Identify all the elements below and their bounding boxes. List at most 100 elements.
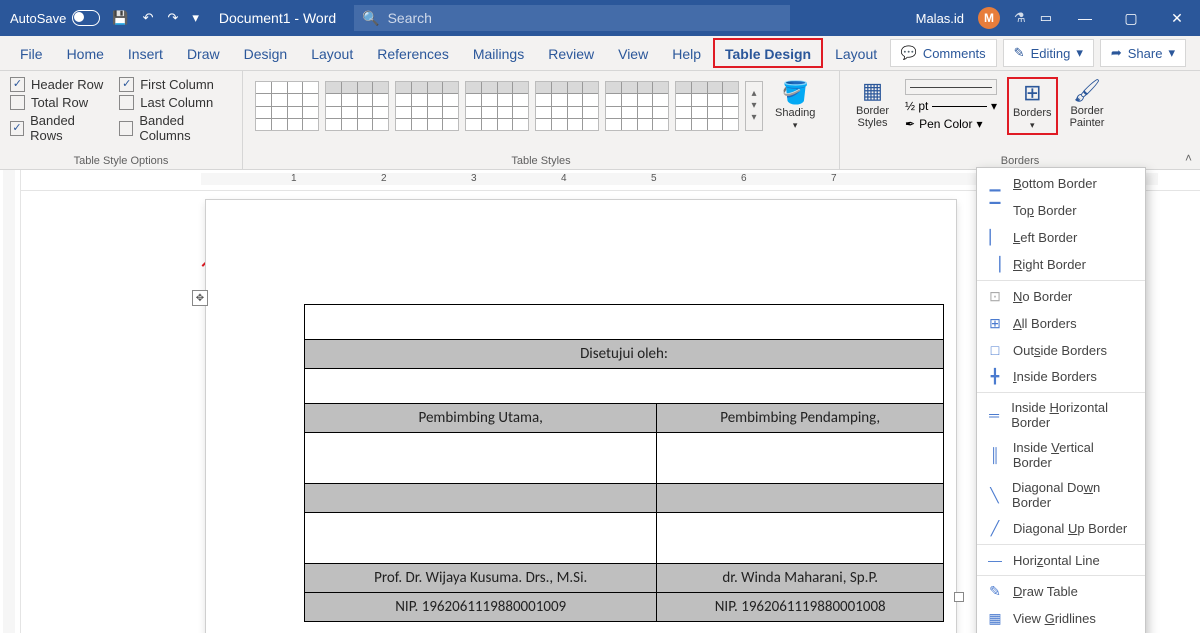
tab-help[interactable]: Help: [660, 38, 713, 68]
chk-banded-columns[interactable]: Banded Columns: [119, 113, 232, 143]
col1-header[interactable]: Pembimbing Utama,: [305, 404, 657, 433]
page[interactable]: ✥ Disetujui oleh: Pembimbing Utama, Pemb…: [206, 200, 956, 633]
pen-icon: ✒: [905, 117, 915, 131]
ribbon: ✓Header Row Total Row ✓Banded Rows ✓Firs…: [0, 71, 1200, 170]
borders-icon: ⊞: [1023, 81, 1041, 105]
menu-outside-borders[interactable]: □Outside Borders: [977, 337, 1145, 363]
editing-button[interactable]: ✎Editing▾: [1003, 39, 1094, 67]
menu-right-border[interactable]: ▕Right Border: [977, 251, 1145, 278]
nip1-cell[interactable]: NIP. 1962061119880001009: [305, 593, 657, 622]
document-table[interactable]: Disetujui oleh: Pembimbing Utama, Pembim…: [304, 304, 944, 622]
menu-diag-up[interactable]: ╱Diagonal Up Border: [977, 515, 1145, 542]
collapse-ribbon-icon[interactable]: ˄: [1185, 151, 1192, 165]
qat-dropdown-icon[interactable]: ▾: [192, 10, 199, 26]
style-thumb[interactable]: [465, 81, 529, 131]
close-button[interactable]: ✕: [1154, 0, 1200, 36]
border-painter-button[interactable]: 🖌Border Painter: [1064, 77, 1111, 131]
gridlines-icon: ▦: [987, 610, 1003, 627]
search-placeholder: Search: [388, 10, 432, 26]
chk-header-row[interactable]: ✓Header Row: [10, 77, 105, 92]
chk-last-column[interactable]: Last Column: [119, 95, 232, 110]
avatar[interactable]: M: [978, 7, 1000, 29]
ribbon-display-icon[interactable]: ▭: [1040, 10, 1052, 26]
vertical-ruler[interactable]: [0, 170, 21, 633]
painter-icon: 🖌: [1073, 79, 1101, 103]
autosave-toggle[interactable]: AutoSave: [0, 10, 110, 26]
tab-mailings[interactable]: Mailings: [461, 38, 536, 68]
border-top-icon: ▔: [987, 202, 1003, 219]
pen-weight-label[interactable]: ½ pt: [905, 99, 928, 113]
menu-no-border[interactable]: ⊡No Border: [977, 283, 1145, 310]
name2-cell[interactable]: dr. Winda Maharani, Sp.P.: [657, 564, 944, 593]
inside-h-icon: ═: [987, 407, 1001, 423]
user-area: Malas.id M ⚗ ▭: [906, 7, 1062, 29]
name1-cell[interactable]: Prof. Dr. Wijaya Kusuma. Drs., M.Si.: [305, 564, 657, 593]
style-thumb[interactable]: [325, 81, 389, 131]
menu-inside-horizontal[interactable]: ═Inside Horizontal Border: [977, 395, 1145, 435]
style-thumb[interactable]: [255, 81, 319, 131]
menu-inside-borders[interactable]: ╋Inside Borders: [977, 363, 1145, 390]
line-style-selector[interactable]: [905, 79, 997, 95]
inside-borders-icon: ╋: [987, 368, 1003, 385]
table-title[interactable]: Disetujui oleh:: [305, 340, 944, 369]
comments-button[interactable]: 💬Comments: [890, 39, 997, 67]
border-styles-button[interactable]: ▦Border Styles: [850, 77, 895, 131]
table-resize-handle[interactable]: [954, 592, 964, 602]
tab-table-layout[interactable]: Layout: [823, 38, 889, 68]
redo-icon[interactable]: ↷: [167, 10, 178, 26]
tab-home[interactable]: Home: [55, 38, 116, 68]
menu-horizontal-line[interactable]: ―Horizontal Line: [977, 547, 1145, 573]
menu-view-gridlines[interactable]: ▦View Gridlines: [977, 605, 1145, 632]
style-thumb[interactable]: [675, 81, 739, 131]
menu-draw-table[interactable]: ✎Draw Table: [977, 578, 1145, 605]
chevron-down-icon[interactable]: ▾: [991, 99, 997, 113]
tab-file[interactable]: File: [8, 38, 55, 68]
undo-icon[interactable]: ↶: [143, 10, 154, 26]
chk-first-column[interactable]: ✓First Column: [119, 77, 232, 92]
chk-total-row[interactable]: Total Row: [10, 95, 105, 110]
search-box[interactable]: 🔍 Search: [354, 5, 790, 31]
tab-table-design[interactable]: Table Design: [713, 38, 823, 68]
tab-view[interactable]: View: [606, 38, 660, 68]
menu-all-borders[interactable]: ⊞All Borders: [977, 310, 1145, 337]
menu-bottom-border[interactable]: ▁Bottom Border: [977, 170, 1145, 197]
share-button[interactable]: ➦Share▾: [1100, 39, 1186, 67]
tab-review[interactable]: Review: [536, 38, 606, 68]
group-table-styles: ▴▾▾ 🪣Shading▾ Table Styles: [243, 71, 840, 169]
menu-top-border[interactable]: ▔Top Border: [977, 197, 1145, 224]
toggle-switch-icon: [72, 10, 100, 26]
style-thumb[interactable]: [605, 81, 669, 131]
save-icon[interactable]: 💾: [112, 10, 128, 26]
titlebar: AutoSave 💾 ↶ ↷ ▾ Document1 - Word 🔍 Sear…: [0, 0, 1200, 36]
tab-insert[interactable]: Insert: [116, 38, 175, 68]
diag-up-icon: ╱: [987, 520, 1003, 537]
table-move-handle[interactable]: ✥: [192, 290, 208, 306]
pen-color-button[interactable]: ✒Pen Color▾: [905, 117, 997, 131]
coming-soon-icon[interactable]: ⚗: [1014, 10, 1026, 26]
maximize-button[interactable]: ▢: [1108, 0, 1154, 36]
user-name[interactable]: Malas.id: [916, 11, 964, 26]
shading-button[interactable]: 🪣Shading▾: [769, 79, 821, 133]
tab-design[interactable]: Design: [232, 38, 300, 68]
tab-references[interactable]: References: [365, 38, 461, 68]
style-thumb[interactable]: [535, 81, 599, 131]
chk-banded-rows[interactable]: ✓Banded Rows: [10, 113, 105, 143]
borders-button >button[interactable]: ⊞Borders▾: [1007, 77, 1058, 135]
group-label-table-styles: Table Styles: [253, 153, 829, 167]
tab-draw[interactable]: Draw: [175, 38, 232, 68]
style-thumb[interactable]: [395, 81, 459, 131]
minimize-button[interactable]: —: [1062, 0, 1108, 36]
col2-header[interactable]: Pembimbing Pendamping,: [657, 404, 944, 433]
menu-inside-vertical[interactable]: ║Inside Vertical Border: [977, 435, 1145, 475]
menu-left-border[interactable]: ▏Left Border: [977, 224, 1145, 251]
group-borders: ▦Border Styles ½ pt▾ ✒Pen Color▾ ⊞Border…: [840, 71, 1200, 169]
chevron-down-icon: ▾: [1030, 121, 1035, 131]
group-label-borders: Borders: [850, 153, 1190, 167]
tab-layout[interactable]: Layout: [299, 38, 365, 68]
menu-diag-down[interactable]: ╲Diagonal Down Border: [977, 475, 1145, 515]
styles-more-button[interactable]: ▴▾▾: [745, 81, 763, 131]
borders-dropdown: ▁Bottom Border ▔Top Border ▏Left Border …: [976, 167, 1146, 633]
chevron-down-icon: ▾: [1168, 45, 1175, 61]
quick-access-toolbar: 💾 ↶ ↷ ▾: [110, 10, 205, 26]
nip2-cell[interactable]: NIP. 1962061119880001008: [657, 593, 944, 622]
